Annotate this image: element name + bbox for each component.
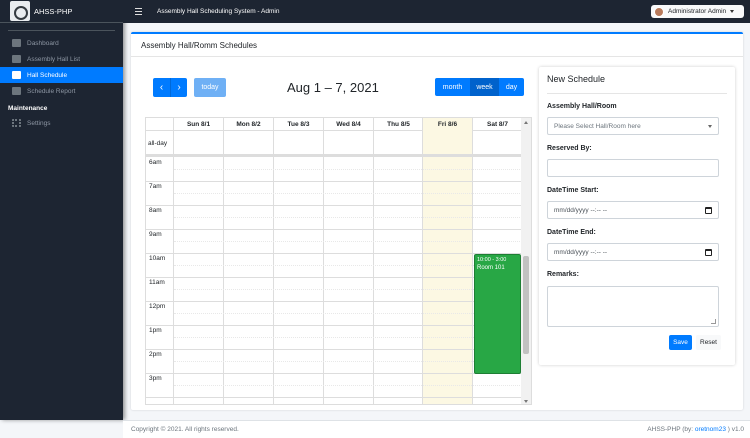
time-label: 8am [149, 207, 162, 214]
sidebar-item-label: Schedule Report [27, 87, 76, 95]
day-header: Fri 8/6 [422, 118, 472, 131]
sidebar-item-settings[interactable]: Settings [0, 115, 123, 131]
app-title: Assembly Hall Scheduling System - Admin [157, 8, 280, 15]
new-schedule-form: New Schedule Assembly Hall/Room Please S… [539, 67, 735, 365]
day-header: Tue 8/3 [273, 118, 323, 131]
time-label: 11am [149, 279, 165, 286]
scroll-up-icon[interactable] [524, 121, 528, 124]
sidebar-item-assembly-hall-list[interactable]: Assembly Hall List [0, 51, 123, 67]
view-month-button[interactable]: month [435, 78, 470, 96]
user-name: Administrator Admin [668, 8, 727, 15]
calendar-toolbar: ‹ › today Aug 1 – 7, 2021 month week day [153, 77, 524, 97]
day-header: Wed 8/4 [323, 118, 373, 131]
tachometer-icon [12, 39, 21, 47]
time-label: 6am [149, 159, 162, 166]
brand-logo [10, 1, 30, 21]
sidebar-item-label: Hall Schedule [27, 71, 68, 79]
datetime-end-value: mm/dd/yyyy --:-- -- [554, 248, 608, 256]
scroll-down-icon[interactable] [524, 400, 528, 403]
chevron-right-icon: › [177, 82, 181, 93]
datetime-start-value: mm/dd/yyyy --:-- -- [554, 206, 608, 214]
sidebar-item-dashboard[interactable]: Dashboard [0, 35, 123, 51]
brand[interactable]: AHSS-PHP [0, 0, 123, 23]
reset-button[interactable]: Reset [696, 335, 721, 350]
sidebar-item-label: Assembly Hall List [27, 55, 81, 63]
day-header: Thu 8/5 [373, 118, 423, 131]
footer: Copyright © 2021. All rights reserved. A… [123, 420, 750, 438]
cogs-icon [12, 119, 21, 127]
view-switcher: month week day [435, 78, 524, 96]
remarks-textarea[interactable] [547, 286, 719, 327]
copyright: Copyright © 2021. All rights reserved. [131, 426, 239, 433]
hall-label: Assembly Hall/Room [547, 103, 617, 110]
view-week-button[interactable]: week [470, 78, 499, 96]
event-time: 10:00 - 3:00 [477, 257, 507, 263]
datetime-end-input[interactable]: mm/dd/yyyy --:-- -- [547, 243, 719, 261]
avatar [654, 6, 664, 17]
footer-credit: AHSS-PHP (by: oretnom23 ) v1.0 [647, 426, 744, 433]
event-title: Room 101 [477, 265, 505, 271]
time-slots[interactable]: 6am 7am 8am 9am 10am 11am 12pm 1pm 2pm 3… [146, 157, 522, 404]
time-label: 3pm [149, 375, 162, 382]
menu-icon[interactable] [135, 7, 142, 17]
day-header: Sun 8/1 [173, 118, 223, 131]
card-title: Assembly Hall/Romm Schedules [131, 34, 743, 57]
author-link[interactable]: oretnom23 [695, 426, 726, 433]
save-button[interactable]: Save [669, 335, 692, 350]
time-label: 1pm [149, 327, 162, 334]
time-label: 7am [149, 183, 162, 190]
time-label: 2pm [149, 351, 162, 358]
calendar-title: Aug 1 – 7, 2021 [287, 80, 379, 95]
prev-button[interactable]: ‹ [153, 78, 170, 97]
caret-down-icon [730, 10, 735, 13]
day-header: Mon 8/2 [223, 118, 273, 131]
chevron-left-icon: ‹ [159, 82, 164, 93]
day-header-row: Sun 8/1 Mon 8/2 Tue 8/3 Wed 8/4 Thu 8/5 … [146, 118, 522, 131]
calendar-scrollbar[interactable] [521, 118, 531, 404]
datetime-start-input[interactable]: mm/dd/yyyy --:-- -- [547, 201, 719, 219]
scroll-thumb[interactable] [523, 256, 529, 354]
form-title: New Schedule [547, 74, 606, 84]
all-day-label: all-day [148, 140, 168, 147]
datetime-start-label: DateTime Start: [547, 187, 599, 194]
all-day-row[interactable]: all-day [146, 131, 522, 157]
today-button[interactable]: today [194, 78, 226, 97]
resize-handle[interactable] [711, 319, 716, 324]
topbar: Assembly Hall Scheduling System - Admin … [123, 0, 750, 23]
time-label: 12pm [149, 303, 166, 310]
footer-credit-suffix: ) v1.0 [725, 426, 744, 433]
calendar-icon[interactable] [705, 207, 712, 214]
time-label: 9am [149, 231, 162, 238]
sidebar-item-label: Settings [27, 119, 51, 127]
brand-name: AHSS-PHP [34, 6, 73, 16]
day-header: Sat 8/7 [472, 118, 522, 131]
calendar-event[interactable]: 10:00 - 3:00 Room 101 [474, 254, 521, 374]
reserved-by-input[interactable] [547, 159, 719, 177]
file-icon [12, 87, 21, 95]
time-label: 10am [149, 255, 166, 262]
hall-select[interactable]: Please Select Hall/Room here [547, 117, 719, 135]
sidebar: AHSS-PHP Dashboard Assembly Hall List Ha… [0, 0, 123, 420]
calendar-icon [12, 71, 21, 79]
user-menu-button[interactable]: Administrator Admin [651, 5, 744, 18]
hall-select-placeholder: Please Select Hall/Room here [554, 122, 641, 130]
week-calendar: Sun 8/1 Mon 8/2 Tue 8/3 Wed 8/4 Thu 8/5 … [145, 117, 532, 405]
building-icon [12, 55, 21, 63]
datetime-end-label: DateTime End: [547, 229, 596, 236]
next-button[interactable]: › [170, 78, 187, 97]
sidebar-section-header: Maintenance [8, 105, 48, 112]
remarks-label: Remarks: [547, 271, 579, 278]
sidebar-item-label: Dashboard [27, 39, 59, 47]
view-day-button[interactable]: day [499, 78, 524, 96]
sidebar-item-hall-schedule[interactable]: Hall Schedule [0, 67, 123, 83]
reserved-by-label: Reserved By: [547, 145, 592, 152]
sidebar-item-schedule-report[interactable]: Schedule Report [0, 83, 123, 99]
caret-down-icon [708, 125, 712, 128]
calendar-icon[interactable] [705, 249, 712, 256]
footer-credit-prefix: AHSS-PHP (by: [647, 426, 695, 433]
